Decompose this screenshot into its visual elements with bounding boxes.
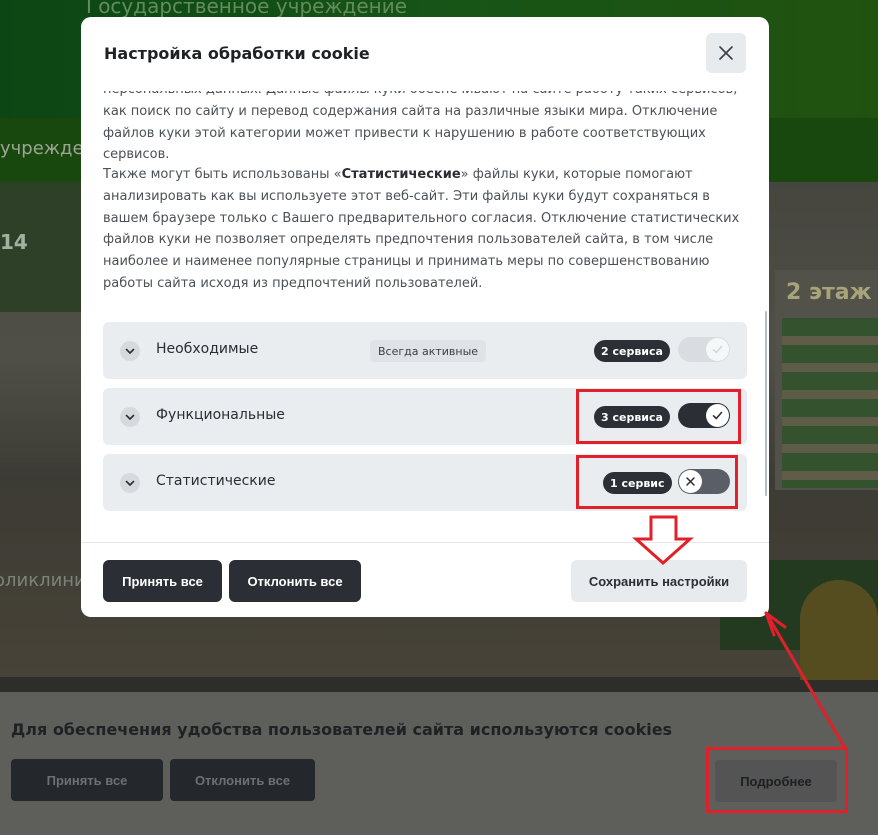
category-name: Необходимые xyxy=(156,341,259,357)
cookie-bar-accept-button[interactable]: Принять все xyxy=(11,759,163,801)
cookie-bar-reject-button[interactable]: Отклонить все xyxy=(170,759,315,801)
close-button[interactable] xyxy=(706,33,746,73)
paragraph-2-start: Также могут быть использованы « xyxy=(103,167,342,182)
save-settings-button[interactable]: Сохранить настройки xyxy=(571,560,747,602)
services-count-badge: 2 сервиса xyxy=(594,340,670,362)
modal-title: Настройка обработки cookie xyxy=(104,44,370,63)
highlight-statistics-toggle xyxy=(576,455,738,509)
category-necessary[interactable]: Необходимые Всегда активные 2 сервиса xyxy=(103,322,747,379)
highlight-functional-toggle xyxy=(576,389,741,444)
category-name: Функциональные xyxy=(156,407,285,423)
always-active-badge: Всегда активные xyxy=(370,340,487,362)
paragraph-2-bold: Статистические xyxy=(341,167,461,182)
modal-header: Настройка обработки cookie xyxy=(81,17,769,91)
cookie-settings-modal: Настройка обработки cookie персональных … xyxy=(81,17,769,617)
chevron-down-icon[interactable] xyxy=(120,341,140,361)
description-paragraph-1: персональных данных. Данные файлы куки о… xyxy=(103,91,737,163)
necessary-toggle xyxy=(678,337,730,362)
category-name: Статистические xyxy=(156,473,276,489)
modal-scrollbar[interactable] xyxy=(765,311,767,496)
toggle-knob xyxy=(706,338,729,361)
cookie-bar-text: Для обеспечения удобства пользователей с… xyxy=(11,720,673,739)
modal-footer: Принять все Отклонить все Сохранить наст… xyxy=(81,542,769,617)
chevron-down-icon[interactable] xyxy=(120,473,140,493)
highlight-more-button xyxy=(706,747,848,813)
check-icon xyxy=(712,345,723,354)
chevron-down-icon[interactable] xyxy=(120,407,140,427)
description-paragraph-2: Также могут быть использованы «Статистич… xyxy=(103,164,753,295)
paragraph-2-end: » файлы куки, которые помогают анализиро… xyxy=(103,167,740,291)
accept-all-button[interactable]: Принять все xyxy=(103,560,222,602)
reject-all-button[interactable]: Отклонить все xyxy=(229,560,361,602)
close-icon xyxy=(719,46,733,60)
